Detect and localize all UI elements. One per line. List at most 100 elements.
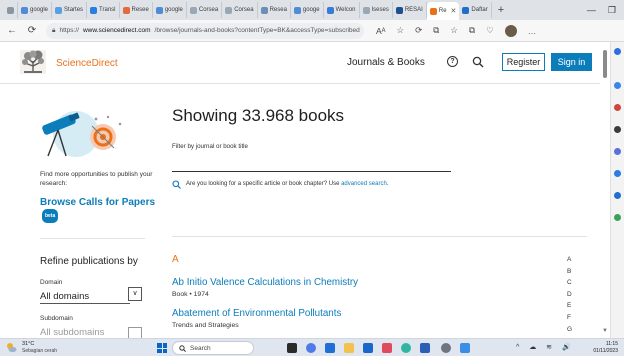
alphabet-index-letter[interactable]: F [567,312,579,324]
alphabet-index-letter[interactable]: B [567,266,579,278]
browse-calls-for-papers-link[interactable]: Browse Calls for Papersbeta [40,197,160,223]
browser-tab[interactable]: Resea [258,2,291,18]
search-hint-icon [172,180,181,189]
search-icon[interactable] [472,56,484,68]
browser-tab[interactable]: google [153,2,187,18]
linkedin-icon[interactable] [363,343,373,353]
file-explorer-icon[interactable] [344,343,354,353]
promo-text: Find more opportunities to publish your … [40,171,153,187]
windows-start-icon[interactable] [157,343,167,353]
photos-icon[interactable] [460,343,470,353]
tab-close-icon[interactable]: ✕ [451,7,457,15]
book-title-link[interactable]: Ab Initio Valence Calculations in Chemis… [172,277,358,288]
alphabet-index-letter[interactable]: E [567,300,579,312]
subdomain-label: Subdomain [40,315,73,322]
clock-time[interactable]: 11:15 [596,341,618,347]
task-view-icon[interactable] [287,343,297,353]
browser-tab[interactable]: Resee [120,2,153,18]
pocket-app-icon[interactable] [382,343,392,353]
browser-tab[interactable]: Corsea [187,2,223,18]
help-icon[interactable]: ? [447,56,458,67]
tab-favicon-icon [21,6,28,14]
copilot-icon[interactable] [614,48,621,55]
tab-label: googe [302,7,320,13]
tools-icon[interactable] [614,126,621,133]
settings-gear-icon[interactable] [441,343,451,353]
favorites-icon[interactable]: ☆ [450,25,458,36]
journals-books-link[interactable]: Journals & Books [347,57,425,68]
clock-date[interactable]: 01/11/2023 [585,348,618,354]
games-icon[interactable] [614,148,621,155]
browser-tab[interactable]: google [18,2,53,18]
browser-tab[interactable]: Startes [52,2,88,18]
book-title-link[interactable]: Abatement of Environmental Pollutants [172,308,341,319]
url-host: www.sciencedirect.com [82,27,151,34]
chat-icon[interactable] [306,343,316,353]
scroll-down-arrow-icon[interactable]: ▼ [602,328,608,334]
edge-browser-icon[interactable] [401,343,411,353]
browser-tab[interactable]: Iseses [360,2,393,18]
back-icon[interactable]: ← [6,25,18,36]
maximize-button[interactable]: ❐ [608,5,616,16]
browser-tab[interactable]: Transl [87,2,120,18]
refresh-icon[interactable]: ⟳ [26,25,38,36]
weather-sun-cloud-icon[interactable] [6,342,17,353]
browser-tab[interactable]: RESAI [393,2,427,18]
alphabet-index-letter[interactable]: D [567,289,579,301]
edge-sidebar [610,42,624,338]
browser-essentials-icon[interactable]: ♡ [486,25,494,36]
search-sidebar-icon[interactable] [614,82,621,89]
domain-select-value[interactable]: All domains [40,291,89,302]
tab-favicon-icon [189,6,197,14]
elsevier-tree-logo-icon[interactable] [20,50,46,74]
drop-icon[interactable] [614,214,621,221]
collections-icon[interactable]: ⧉ [469,25,475,36]
subdomain-select-value[interactable]: All subdomains [40,327,125,338]
browser-tab[interactable]: googe [291,2,324,18]
tab-label: Resee [131,7,149,13]
tab-favicon-icon [155,6,163,14]
alphabet-index-letter[interactable]: G [567,324,579,336]
browser-tab[interactable]: Corsea [222,2,258,18]
filter-input[interactable] [172,152,451,172]
advanced-search-link[interactable]: advanced search [341,181,387,187]
minimize-button[interactable]: — [587,5,596,16]
favorite-star-icon[interactable]: ☆ [397,25,405,36]
tab-favicon-icon [55,6,63,14]
profile-avatar[interactable] [504,24,517,37]
microsoft-store-icon[interactable] [325,343,335,353]
read-aloud-icon[interactable]: Aᴬ [376,26,386,36]
shopping-icon[interactable] [614,104,621,111]
sync-icon[interactable]: ⟳ [415,25,422,36]
tab-favicon-icon [122,6,130,14]
url-field[interactable]: 🔒︎ https://www.sciencedirect.com/browse/… [46,22,364,39]
promo-link-label: Browse Calls for Papers [40,197,156,208]
domain-chevron-down-icon[interactable]: ∨ [128,287,142,301]
tab-favicon-icon [90,6,98,14]
sciencedirect-brand[interactable]: ScienceDirect [56,58,118,69]
word-icon[interactable] [420,343,430,353]
browser-tab[interactable]: Daftar [459,2,492,18]
beta-badge: beta [42,209,59,223]
alphabet-index-letter[interactable]: A [567,254,579,266]
system-tray-icons[interactable]: ^ ☁ ≋ 🔊 [516,343,575,351]
scrollbar-thumb[interactable] [603,50,607,78]
sign-in-button[interactable]: Sign in [551,53,592,71]
more-menu-icon[interactable]: … [528,26,537,36]
taskbar-search[interactable]: Search [172,341,254,355]
tab-favicon-icon [293,6,301,14]
page-scrollbar[interactable]: ▼ [601,42,609,338]
domain-label: Domain [40,279,63,286]
outlook-icon[interactable] [614,192,621,199]
alphabet-index-letter[interactable]: C [567,277,579,289]
advanced-search-hint: Are you looking for a specific article o… [186,181,388,187]
browser-tab[interactable]: Welcon [324,2,360,18]
browser-tab-active[interactable]: Re ✕ [426,2,460,20]
split-screen-icon[interactable]: ⧉ [433,25,439,36]
subdomain-chevron-down-icon[interactable] [128,327,142,338]
office-icon[interactable] [614,170,621,177]
window-controls: — ❐ [587,5,624,16]
new-tab-button[interactable]: + [492,4,510,16]
register-button[interactable]: Register [502,53,545,71]
tab-actions-icon[interactable] [4,2,18,18]
